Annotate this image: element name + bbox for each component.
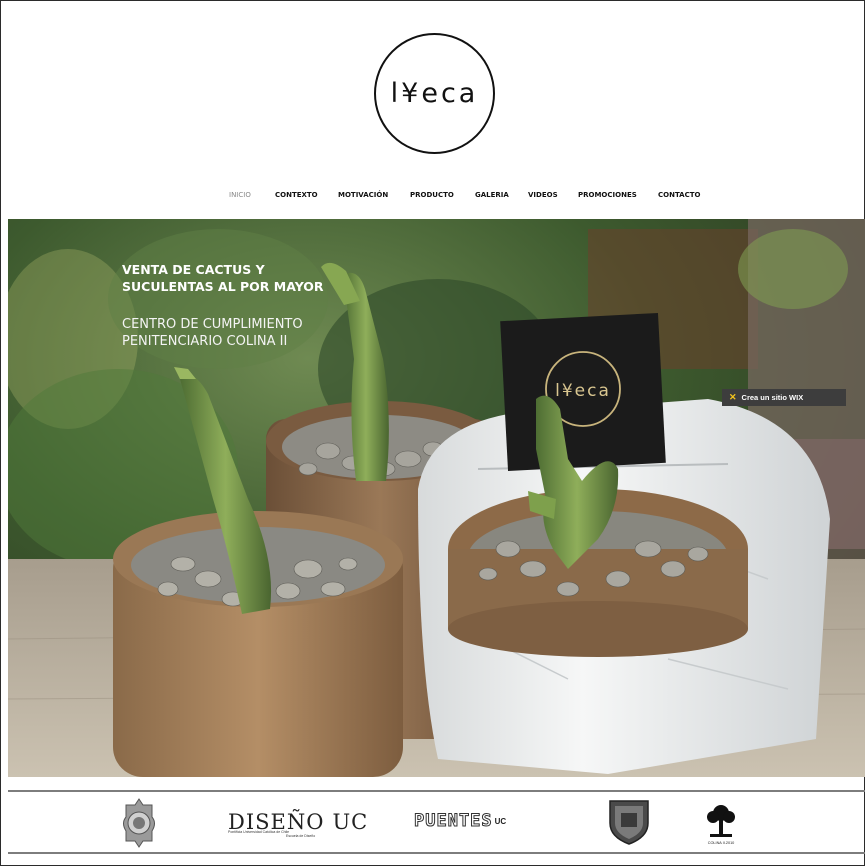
hero-photo: l¥eca xyxy=(8,219,865,777)
nav-item-inicio[interactable]: INICIO xyxy=(229,191,251,199)
puentes-logo-text: PUENTES xyxy=(414,811,493,832)
tree-emblem-icon xyxy=(707,804,735,837)
brand-logo-text: l¥eca xyxy=(390,78,479,109)
nav-item-galeria[interactable]: GALERIA xyxy=(475,191,509,199)
nav-item-contacto[interactable]: CONTACTO xyxy=(658,191,700,199)
colina-caption: COLINA II.2010 xyxy=(707,840,735,845)
wix-x-icon: ✕ xyxy=(729,392,737,402)
nav-item-contexto[interactable]: CONTEXTO xyxy=(275,191,318,199)
diseno-uc-logo[interactable]: DISEÑO UC Pontificia Universidad Católic… xyxy=(228,802,367,842)
footer-rule-bottom xyxy=(8,852,865,854)
diseno-caption: Pontificia Universidad Católica de Chile… xyxy=(228,830,354,838)
gendarmeria-seal-logo[interactable] xyxy=(119,797,159,849)
sign-logo-text: l¥eca xyxy=(555,381,611,401)
hero-subtitle-line-2: PENITENCIARIO COLINA II xyxy=(122,334,288,349)
brand-logo[interactable]: l¥eca xyxy=(374,33,495,154)
police-shield-logo[interactable] xyxy=(606,797,652,847)
hero-title: VENTA DE CACTUS Y SUCULENTAS AL POR MAYO… xyxy=(122,261,352,295)
diseno-caption-line-2: Escuela de Diseño xyxy=(286,834,316,838)
main-nav: INICIO CONTEXTO MOTIVACIÓN PRODUCTO GALE… xyxy=(0,191,865,207)
puentes-uc-text: UC xyxy=(494,816,507,826)
footer-rule-top xyxy=(8,790,865,792)
hero-title-line-2: SUCULENTAS AL POR MAYOR xyxy=(122,279,324,294)
wix-badge-label: Crea un sitio WIX xyxy=(741,393,804,402)
hero-subtitle-line-1: CENTRO DE CUMPLIMIENTO xyxy=(122,317,303,332)
colina-ii-logo[interactable]: COLINA II.2010 xyxy=(702,800,740,848)
nav-item-motivacion[interactable]: MOTIVACIÓN xyxy=(338,191,388,199)
hero-banner: l¥eca VENTA DE CACTUS Y SUCULENTAS AL PO… xyxy=(8,219,865,777)
puentes-uc-logo[interactable]: PUENTES UC xyxy=(414,808,554,834)
seal-emblem-icon xyxy=(123,798,155,848)
wix-badge[interactable]: ✕ Crea un sitio WIX xyxy=(722,389,846,406)
nav-item-videos[interactable]: VIDEOS xyxy=(528,191,558,199)
hero-title-line-1: VENTA DE CACTUS Y xyxy=(122,262,265,277)
nav-item-producto[interactable]: PRODUCTO xyxy=(410,191,454,199)
shield-emblem-icon xyxy=(609,800,649,845)
hero-subtitle: CENTRO DE CUMPLIMIENTO PENITENCIARIO COL… xyxy=(122,316,352,350)
nav-item-promociones[interactable]: PROMOCIONES xyxy=(578,191,637,199)
